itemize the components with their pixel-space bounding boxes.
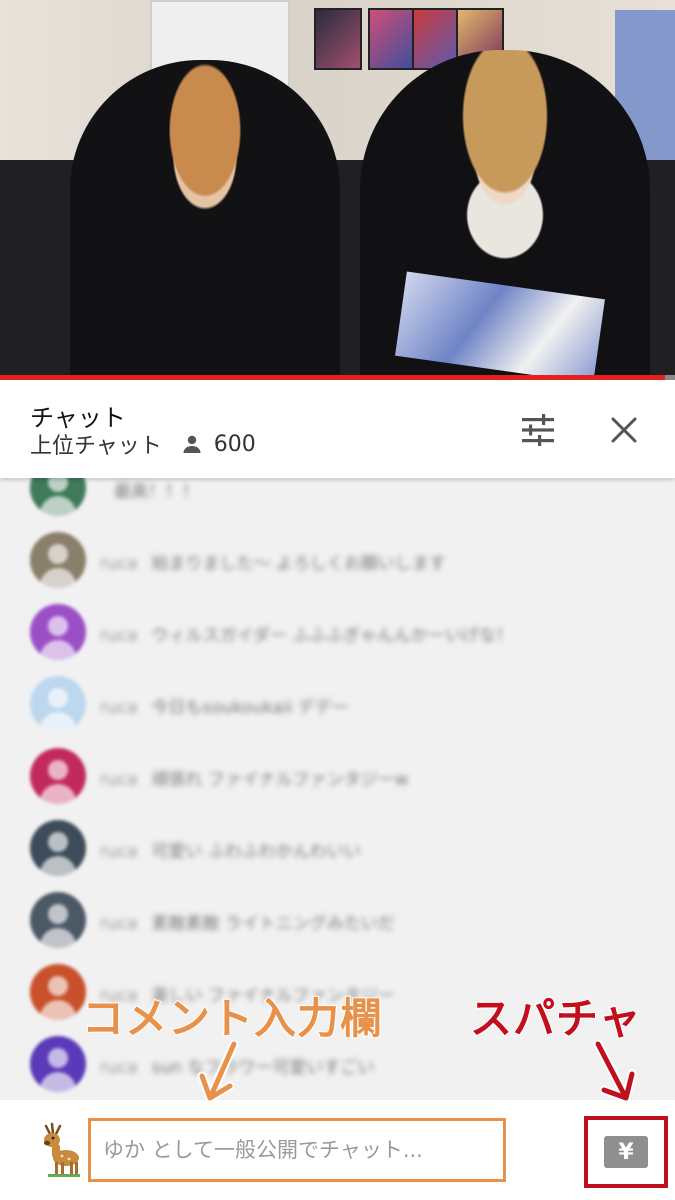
message-body: 今日もsoukoukaii デデー [151,698,349,718]
chat-close-button[interactable] [604,410,644,450]
message-avatar[interactable] [30,478,86,516]
video-poster [314,8,362,70]
chat-filter-button[interactable] [516,410,560,450]
video-person-left [70,60,340,380]
message-avatar[interactable] [30,748,86,804]
message-avatar[interactable] [30,604,86,660]
chat-message[interactable]: ruca 始まりました〜 よろしくお願いします [0,532,675,592]
superchat-button[interactable]: ¥ [604,1136,648,1168]
message-author: ruca [100,626,138,646]
chat-message[interactable]: ruca 頑張れ ファイナルファンタジーw [0,748,675,808]
comment-input[interactable] [88,1118,506,1182]
message-text: ruca 始まりました〜 よろしくお願いします [100,549,446,574]
message-text: ruca ウィルスガイダー ふふふぎゃんんかーいげな！ [100,621,513,646]
chat-message[interactable]: ruca 可愛い ふわふわかんわいい [0,820,675,880]
person-icon [183,435,201,453]
message-avatar[interactable] [30,1036,86,1092]
message-text: ruca 今日もsoukoukaii デデー [100,693,349,718]
close-x-icon [611,417,637,443]
chat-message[interactable]: 最高！！！ [0,478,675,520]
chat-message[interactable]: ruca 素敵素敵 ライトニングみたいだ [0,892,675,952]
message-author: ruca [100,554,138,574]
chat-message[interactable]: ruca 今日もsoukoukaii デデー [0,676,675,736]
live-chat-screen: チャット 上位チャット 600 最高！！！ ruca 始まりました〜 よろしくお… [0,0,675,1200]
message-avatar[interactable] [30,676,86,732]
viewer-count: 600 [213,431,256,457]
message-body: 最高！！！ [114,482,199,502]
chat-message[interactable]: ruca ウィルスガイダー ふふふぎゃんんかーいげな！ [0,604,675,664]
video-poster [368,8,416,70]
message-text: ruca 頑張れ ファイナルファンタジーw [100,765,409,790]
video-player[interactable] [0,0,675,380]
annotation-arrow-comment [197,1040,239,1103]
message-text: 最高！！！ [100,478,199,502]
chat-mode-label[interactable]: 上位チャット [30,428,162,460]
message-text: ruca 可愛い ふわふわかんわいい [100,837,361,862]
superchat-highlight: ¥ [584,1116,668,1188]
message-body: sun なフラワー可愛いすごい [151,1058,375,1078]
message-avatar[interactable] [30,820,86,876]
message-text: ruca 素敵素敵 ライトニングみたいだ [100,909,395,934]
deer-avatar-icon[interactable] [38,1120,82,1178]
message-author: ruca [100,770,138,790]
message-avatar[interactable] [30,532,86,588]
annotation-arrow-superchat [593,1040,637,1103]
message-body: ウィルスガイダー ふふふぎゃんんかーいげな！ [151,626,513,646]
message-author: ruca [100,698,138,718]
message-body: 頑張れ ファイナルファンタジーw [151,770,409,790]
chat-input-bar: ¥ [0,1100,675,1200]
annotation-comment-field: コメント入力欄 [81,993,384,1044]
message-author: ruca [100,914,138,934]
message-avatar[interactable] [30,964,86,1020]
message-avatar[interactable] [30,892,86,948]
tune-sliders-icon [522,414,554,446]
message-body: 可愛い ふわふわかんわいい [151,842,361,862]
message-author: ruca [100,842,138,862]
chat-header: チャット 上位チャット 600 [0,380,675,478]
message-body: 素敵素敵 ライトニングみたいだ [151,914,395,934]
chat-mode-row[interactable]: 上位チャット 600 [30,428,256,460]
message-body: 始まりました〜 よろしくお願いします [151,554,446,574]
message-author: ruca [100,1058,138,1078]
annotation-superchat: スパチャ [469,993,642,1044]
